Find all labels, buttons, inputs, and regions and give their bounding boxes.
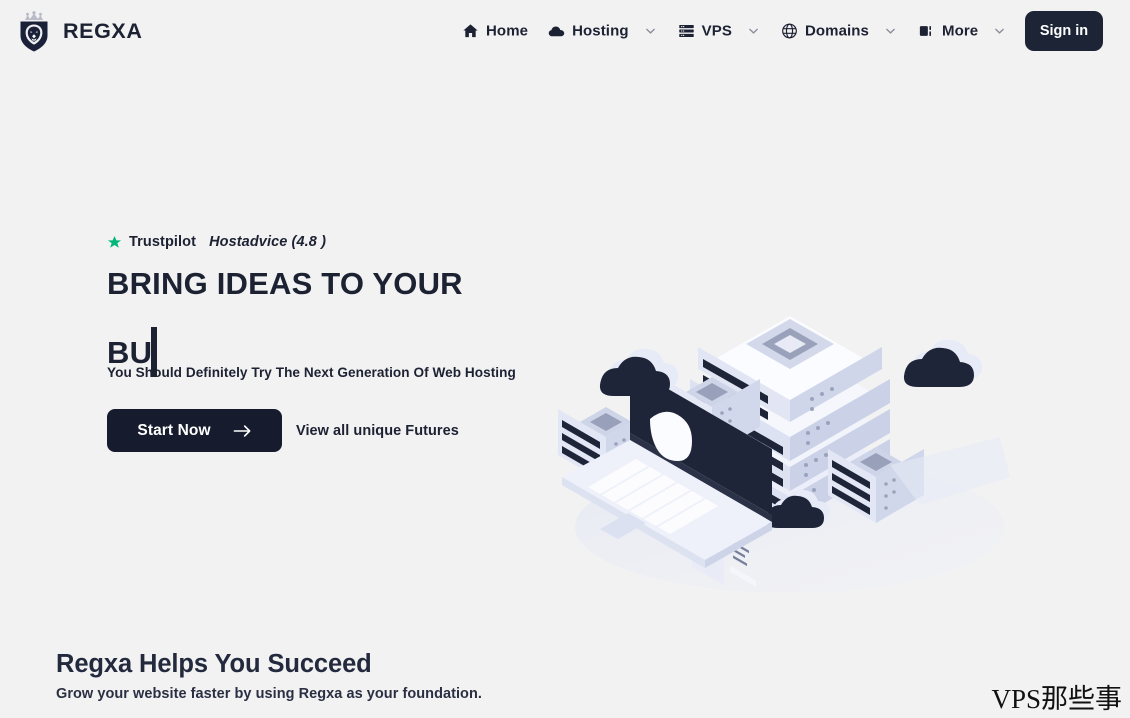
main-navigation: Home Hosting VPS Domains More (452, 17, 1017, 46)
start-now-label: Start Now (137, 421, 211, 439)
hero-copy: Trustpilot Hostadvice (4.8 ) BRING IDEAS… (107, 234, 577, 452)
chevron-down-icon[interactable] (992, 24, 1007, 39)
hero-title-line-1: BRING IDEAS TO YOUR (107, 266, 463, 301)
hero-section: Trustpilot Hostadvice (4.8 ) BRING IDEAS… (0, 62, 1130, 622)
nav-item-domains[interactable]: Domains (771, 17, 908, 46)
brand-logo-link[interactable]: REGXA (14, 10, 142, 52)
succeed-section: Regxa Helps You Succeed Grow your websit… (56, 650, 482, 702)
rating-row: Trustpilot Hostadvice (4.8 ) (107, 234, 577, 250)
star-icon (107, 235, 122, 250)
grid-list-icon (918, 23, 935, 40)
nav-item-more[interactable]: More (908, 17, 1017, 46)
hero-typed-text: BU (107, 335, 153, 370)
lion-crown-shield-logo-icon (14, 10, 54, 52)
hero-subtitle: You Should Definitely Try The Next Gener… (107, 365, 516, 380)
globe-icon (781, 23, 798, 40)
site-header: REGXA Home Hosting VPS Domains More Sign… (0, 0, 1130, 62)
server-rack-icon (678, 23, 695, 40)
succeed-subtitle: Grow your website faster by using Regxa … (56, 686, 482, 702)
sign-in-button[interactable]: Sign in (1025, 11, 1103, 51)
nav-label-hosting: Hosting (572, 22, 629, 40)
chevron-down-icon[interactable] (643, 24, 658, 39)
cloud-icon (548, 23, 565, 40)
chevron-down-icon[interactable] (883, 24, 898, 39)
rating-platform: Trustpilot (129, 234, 197, 250)
start-now-button[interactable]: Start Now (107, 409, 282, 452)
nav-label-domains: Domains (804, 22, 869, 40)
nav-label-more: More (942, 22, 979, 40)
brand-name: REGXA (63, 18, 143, 43)
typing-cursor (151, 327, 158, 377)
hero-actions: Start Now View all unique Futures (107, 409, 577, 452)
rating-secondary: Hostadvice (4.8 ) (209, 234, 326, 250)
nav-item-home[interactable]: Home (452, 17, 538, 46)
hero-illustration (540, 237, 1030, 597)
watermark-text: VPS那些事 (991, 684, 1122, 714)
arrow-right-icon (233, 424, 252, 438)
hero-title-line-2: BU (107, 327, 577, 377)
nav-item-vps[interactable]: VPS (668, 17, 771, 46)
succeed-title: Regxa Helps You Succeed (56, 650, 372, 678)
nav-item-hosting[interactable]: Hosting (538, 17, 668, 46)
nav-label-home: Home (486, 22, 529, 40)
nav-label-vps: VPS (701, 22, 732, 40)
chevron-down-icon[interactable] (746, 24, 761, 39)
home-icon (462, 23, 479, 40)
view-all-futures-link[interactable]: View all unique Futures (296, 423, 459, 439)
